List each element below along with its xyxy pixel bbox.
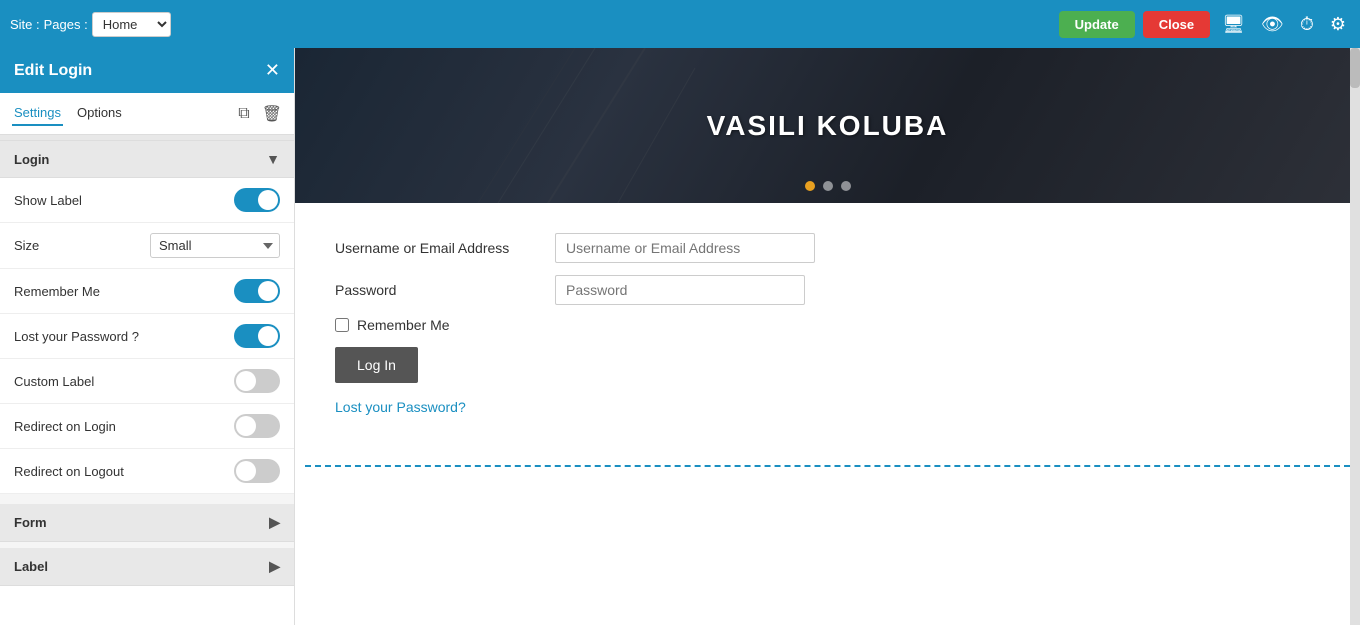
panel-close-button[interactable]: ✕ xyxy=(265,60,280,81)
size-row: Size Small Medium Large xyxy=(0,223,294,269)
remember-me-check-label: Remember Me xyxy=(357,317,450,333)
tab-options[interactable]: Options xyxy=(75,101,124,126)
panel-title: Edit Login xyxy=(14,62,92,80)
redirect-logout-text: Redirect on Logout xyxy=(14,464,124,479)
redirect-login-slider xyxy=(234,414,280,438)
scrollbar-thumb[interactable] xyxy=(1350,48,1360,88)
structure-icon[interactable]: ⚙ xyxy=(1326,10,1350,39)
redirect-logout-slider xyxy=(234,459,280,483)
lost-password-link[interactable]: Lost your Password? xyxy=(335,399,466,415)
password-field-row: Password xyxy=(335,275,1320,305)
custom-label-row: Custom Label xyxy=(0,359,294,404)
show-label-toggle[interactable] xyxy=(234,188,280,212)
login-form-area: Username or Email Address Password Remem… xyxy=(295,203,1360,445)
update-button[interactable]: Update xyxy=(1059,11,1135,38)
password-label: Password xyxy=(335,282,555,298)
custom-label-text: Custom Label xyxy=(14,374,94,389)
lost-password-text: Lost your Password ? xyxy=(14,329,139,344)
pages-dropdown[interactable]: Home About Contact Blog xyxy=(92,12,171,37)
spacer-1 xyxy=(0,494,294,504)
form-section-arrow: ▶ xyxy=(269,514,280,531)
trash-icon[interactable]: 🗑 xyxy=(262,104,282,124)
custom-label-toggle[interactable] xyxy=(234,369,280,393)
hero-banner: VASILI KOLUBA xyxy=(295,48,1360,203)
login-section-arrow: ▼ xyxy=(266,151,280,167)
site-label: Site : xyxy=(10,17,40,32)
close-button[interactable]: Close xyxy=(1143,11,1210,38)
username-label: Username or Email Address xyxy=(335,240,555,256)
right-scrollbar[interactable] xyxy=(1350,48,1360,625)
redirect-logout-toggle[interactable] xyxy=(234,459,280,483)
lost-password-slider xyxy=(234,324,280,348)
username-input[interactable] xyxy=(555,233,815,263)
right-content: VASILI KOLUBA Username or Email Address … xyxy=(295,48,1360,625)
label-section-header[interactable]: Label ▶ xyxy=(0,548,294,586)
desktop-icon[interactable]: 🖥 xyxy=(1218,10,1249,39)
top-bar: Site : Pages : Home About Contact Blog U… xyxy=(0,0,1360,48)
tab-settings[interactable]: Settings xyxy=(12,101,63,126)
remember-me-text: Remember Me xyxy=(14,284,100,299)
lost-password-row: Lost your Password ? xyxy=(0,314,294,359)
remember-me-toggle[interactable] xyxy=(234,279,280,303)
login-section-label: Login xyxy=(14,152,49,167)
custom-label-slider xyxy=(234,369,280,393)
hero-title: VASILI KOLUBA xyxy=(707,110,949,142)
label-section-label: Label xyxy=(14,559,48,574)
left-panel: Edit Login ✕ Settings Options ⧉ 🗑 Login … xyxy=(0,48,295,625)
hero-dot-2[interactable] xyxy=(823,181,833,191)
copy-icon[interactable]: ⧉ xyxy=(238,105,249,123)
redirect-logout-row: Redirect on Logout xyxy=(0,449,294,494)
bottom-dashed-border xyxy=(305,465,1350,467)
remember-me-row: Remember Me xyxy=(0,269,294,314)
form-section-header[interactable]: Form ▶ xyxy=(0,504,294,542)
redirect-login-row: Redirect on Login xyxy=(0,404,294,449)
login-button[interactable]: Log In xyxy=(335,347,418,383)
login-section-header[interactable]: Login ▼ xyxy=(0,141,294,178)
username-field-row: Username or Email Address xyxy=(335,233,1320,263)
remember-me-check[interactable] xyxy=(335,318,349,332)
hero-dot-1[interactable] xyxy=(805,181,815,191)
lost-password-toggle[interactable] xyxy=(234,324,280,348)
show-label-text: Show Label xyxy=(14,193,82,208)
panel-tabs: Settings Options ⧉ 🗑 xyxy=(0,93,294,135)
label-section-arrow: ▶ xyxy=(269,558,280,575)
size-label: Size xyxy=(14,238,39,253)
hero-dots xyxy=(805,181,851,191)
redirect-login-text: Redirect on Login xyxy=(14,419,116,434)
show-label-slider xyxy=(234,188,280,212)
remember-me-check-row: Remember Me xyxy=(335,317,1320,333)
password-input[interactable] xyxy=(555,275,805,305)
size-dropdown[interactable]: Small Medium Large xyxy=(150,233,280,258)
show-label-row: Show Label xyxy=(0,178,294,223)
form-section-label: Form xyxy=(14,515,47,530)
hero-dot-3[interactable] xyxy=(841,181,851,191)
eye-icon[interactable]: 👁 xyxy=(1257,10,1288,39)
pages-label: Pages : xyxy=(44,17,88,32)
redirect-login-toggle[interactable] xyxy=(234,414,280,438)
panel-header: Edit Login ✕ xyxy=(0,48,294,93)
history-icon[interactable]: ⏱ xyxy=(1296,10,1318,39)
remember-me-slider xyxy=(234,279,280,303)
